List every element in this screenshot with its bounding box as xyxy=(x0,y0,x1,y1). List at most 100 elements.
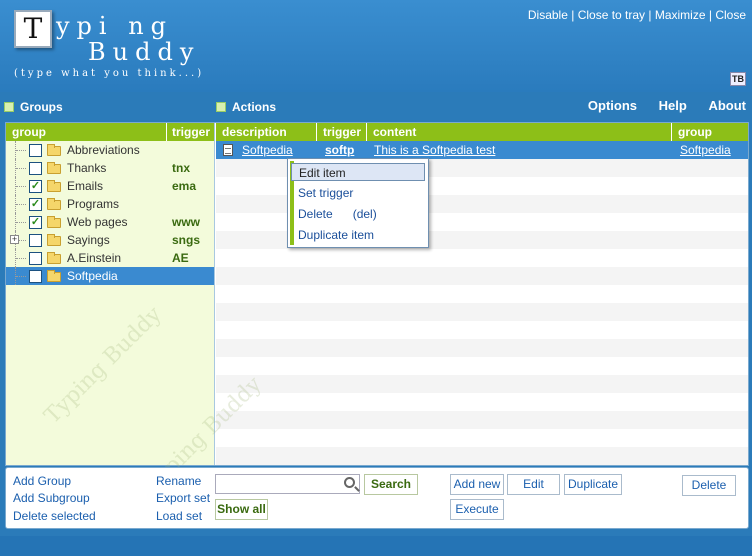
folder-icon xyxy=(47,180,61,192)
disable-link[interactable]: Disable xyxy=(528,8,568,22)
empty-row xyxy=(216,285,748,303)
empty-row xyxy=(216,393,748,411)
empty-row xyxy=(216,375,748,393)
group-checkbox[interactable] xyxy=(29,144,42,157)
group-row[interactable]: ✓ Emails ema xyxy=(6,177,214,195)
context-duplicate-item[interactable]: Duplicate item xyxy=(298,226,374,244)
empty-row xyxy=(216,357,748,375)
group-name: Web pages xyxy=(67,215,128,229)
group-checkbox[interactable] xyxy=(29,252,42,265)
folder-icon xyxy=(47,162,61,174)
expand-plus-icon[interactable]: + xyxy=(10,235,19,244)
context-delete[interactable]: Delete (del) xyxy=(298,205,377,223)
folder-icon xyxy=(47,216,61,228)
group-name: A.Einstein xyxy=(67,251,122,265)
add-subgroup-link[interactable]: Add Subgroup xyxy=(13,491,90,505)
group-checkbox[interactable]: ✓ xyxy=(29,216,42,229)
content-column-header[interactable]: content xyxy=(366,123,671,141)
group-name: Programs xyxy=(67,197,120,211)
menu-options[interactable]: Options xyxy=(588,98,637,113)
context-menu: Edit item Set trigger Delete (del) Dupli… xyxy=(287,158,429,248)
group-row[interactable]: Abbreviations xyxy=(6,141,214,159)
group-name: Thanks xyxy=(67,161,107,175)
delete-selected-link[interactable]: Delete selected xyxy=(13,509,96,523)
group-name: Emails xyxy=(67,179,104,193)
item-content-link[interactable]: This is a Softpedia test xyxy=(374,141,495,159)
window-controls: Disable | Close to tray | Maximize | Clo… xyxy=(527,8,746,22)
empty-row xyxy=(216,429,748,447)
group-row[interactable]: + Sayings sngs xyxy=(6,231,214,249)
context-edit-item[interactable]: Edit item xyxy=(291,163,425,181)
group-column-header[interactable]: group xyxy=(671,123,748,141)
duplicate-button[interactable]: Duplicate xyxy=(564,474,622,495)
group-trigger: sngs xyxy=(172,233,201,247)
search-button[interactable]: Search xyxy=(364,474,418,495)
group-row[interactable]: Thanks tnx xyxy=(6,159,214,177)
tree-line xyxy=(15,267,27,285)
menu-about[interactable]: About xyxy=(708,98,746,113)
tree-line xyxy=(15,177,27,195)
item-trigger-link[interactable]: softp xyxy=(325,141,354,159)
group-trigger: www xyxy=(172,215,201,229)
close-link[interactable]: Close xyxy=(715,8,746,22)
description-column-header[interactable]: description xyxy=(216,123,316,141)
app-logo-line2: Buddy xyxy=(88,38,201,66)
add-group-link[interactable]: Add Group xyxy=(13,474,71,488)
group-row[interactable]: ✓ Web pages www xyxy=(6,213,214,231)
group-checkbox[interactable] xyxy=(29,270,42,283)
tree-line xyxy=(15,195,27,213)
group-column-header[interactable]: group xyxy=(12,123,46,141)
tb-badge-icon[interactable]: TB xyxy=(730,72,746,86)
folder-icon xyxy=(47,270,61,282)
folder-icon xyxy=(47,252,61,264)
empty-row xyxy=(216,339,748,357)
group-row[interactable]: Softpedia xyxy=(6,267,214,285)
rename-link[interactable]: Rename xyxy=(156,474,201,488)
group-checkbox[interactable] xyxy=(29,234,42,247)
group-row[interactable]: A.Einstein AE xyxy=(6,249,214,267)
delete-button[interactable]: Delete xyxy=(682,475,736,496)
edit-button[interactable]: Edit xyxy=(507,474,560,495)
empty-row xyxy=(216,303,748,321)
group-row[interactable]: ✓ Programs xyxy=(6,195,214,213)
add-new-button[interactable]: Add new xyxy=(450,474,504,495)
group-trigger: tnx xyxy=(172,161,190,175)
trigger-column-header[interactable]: trigger xyxy=(316,123,366,141)
group-tree: Abbreviations Thanks tnx ✓ Emails ema ✓ Program… xyxy=(6,141,214,285)
folder-icon xyxy=(47,198,61,210)
groups-panel: group trigger Abbreviations Thanks tnx ✓ Ema… xyxy=(6,123,215,465)
empty-row xyxy=(216,267,748,285)
section-square-icon xyxy=(4,102,14,112)
top-menu: Options Help About xyxy=(570,96,746,116)
groups-section-title: Groups xyxy=(4,96,63,118)
app-logo-line1: ypi ng xyxy=(56,12,174,40)
context-set-trigger[interactable]: Set trigger xyxy=(298,184,353,202)
document-icon xyxy=(223,144,233,156)
group-checkbox[interactable]: ✓ xyxy=(29,180,42,193)
items-table-header: description trigger content group xyxy=(216,123,748,141)
maximize-link[interactable]: Maximize xyxy=(655,8,706,22)
export-set-link[interactable]: Export set xyxy=(156,491,210,505)
item-description-link[interactable]: Softpedia xyxy=(242,141,293,159)
group-checkbox[interactable]: ✓ xyxy=(29,198,42,211)
search-input[interactable] xyxy=(215,474,360,494)
group-checkbox[interactable] xyxy=(29,162,42,175)
app-logo-box: T xyxy=(14,10,52,48)
app-header: T ypi ng Buddy (type what you think...) … xyxy=(0,0,752,92)
group-name: Softpedia xyxy=(67,269,118,283)
tree-line xyxy=(15,213,27,231)
magnifier-icon[interactable] xyxy=(344,477,355,488)
show-all-button[interactable]: Show all xyxy=(215,499,268,520)
folder-icon xyxy=(47,144,61,156)
menu-help[interactable]: Help xyxy=(659,98,687,113)
item-row[interactable]: Softpedia softp This is a Softpedia test So… xyxy=(216,141,748,159)
section-square-icon xyxy=(216,102,226,112)
execute-button[interactable]: Execute xyxy=(450,499,504,520)
load-set-link[interactable]: Load set xyxy=(156,509,202,523)
empty-row xyxy=(216,411,748,429)
group-trigger: ema xyxy=(172,179,197,193)
close-to-tray-link[interactable]: Close to tray xyxy=(578,8,645,22)
group-trigger: AE xyxy=(172,251,189,265)
trigger-column-header[interactable]: trigger xyxy=(166,123,210,141)
item-group-link[interactable]: Softpedia xyxy=(680,141,731,159)
